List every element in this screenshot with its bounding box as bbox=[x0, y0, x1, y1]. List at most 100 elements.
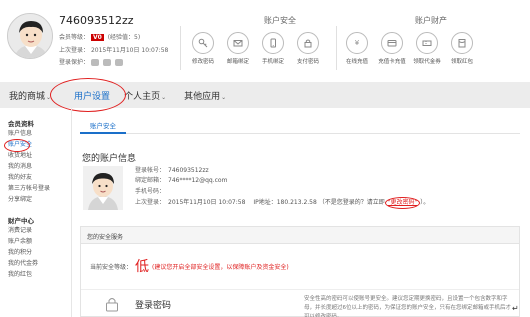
bind-email-button[interactable]: 邮箱绑定 bbox=[221, 32, 255, 65]
sidebar-group-member: 会员资料 bbox=[8, 120, 34, 128]
avatar-image bbox=[83, 166, 123, 210]
wechat-icon[interactable] bbox=[102, 59, 111, 66]
login-protect-label: 登录保护： bbox=[59, 59, 90, 66]
ip-value: 180.213.2.58 bbox=[276, 198, 317, 206]
voucher-label: 领取代金券 bbox=[413, 59, 441, 65]
red-packet-button[interactable]: 领取红包 bbox=[445, 32, 479, 65]
bind-email-label: 邮箱绑定 bbox=[226, 59, 249, 65]
change-password-link[interactable]: "更改密码" bbox=[388, 199, 418, 206]
sidebar-item-share-binding[interactable]: 分享绑定 bbox=[8, 194, 71, 205]
account-info-title: 您的账户信息 bbox=[82, 154, 137, 164]
avatar bbox=[83, 166, 123, 210]
sidebar: 会员资料 账户信息 账户安全 收货地址 我的消息 我的好友 第三方帐号登录 分享… bbox=[0, 108, 72, 317]
member-level-label: 会员等级： bbox=[59, 34, 90, 41]
account-info-lines: 登录帐号： 746093512zz 绑定邮箱： 746****12@qq.com 手… bbox=[135, 166, 430, 210]
sidebar-group-assets: 财产中心 bbox=[8, 217, 34, 225]
last-login-label: 上次登录： bbox=[135, 198, 166, 206]
red-packet-icon bbox=[451, 32, 473, 54]
account-line: 登录帐号： 746093512zz bbox=[135, 166, 429, 176]
card-recharge-button[interactable]: 充值卡充值 bbox=[375, 32, 409, 65]
last-login-time: 2015年11月10日 10:07:58 bbox=[90, 47, 169, 54]
sidebar-item-messages[interactable]: 我的消息 bbox=[8, 161, 71, 172]
security-level-note: (建议您开启全部安全设置，以保障账户及资金安全) bbox=[152, 264, 289, 271]
highlight-annotation bbox=[50, 78, 126, 112]
last-login-value: 2015年11月10日 10:07:58 bbox=[168, 198, 246, 206]
warning-tail: ）。 bbox=[420, 198, 430, 206]
pay-password-label: 支付密码 bbox=[296, 59, 319, 65]
account-assets-icons: ¥ 在线充值 充值卡充值 领取代金券 领取红包 bbox=[340, 32, 480, 65]
highlight-annotation bbox=[4, 139, 30, 152]
key-icon bbox=[192, 32, 214, 54]
security-level-label: 当前安全等级： bbox=[90, 264, 133, 271]
exp-value: (经验值：5) bbox=[107, 34, 141, 41]
sidebar-item-friends[interactable]: 我的好友 bbox=[8, 172, 71, 183]
tab-account-security[interactable]: 账户安全 bbox=[80, 116, 126, 134]
vip-badge: V0 bbox=[90, 34, 104, 41]
account-assets-title: 账户财产 bbox=[415, 16, 447, 25]
online-recharge-label: 在线充值 bbox=[345, 59, 368, 65]
login-password-desc: 安全性高的密码可以使账号更安全。建议您定期更换密码，且设置一个包含数字和字母，并… bbox=[304, 296, 512, 317]
avatar-image bbox=[8, 14, 52, 58]
main-content: 账户安全 您的账户信息 登录帐号： 746093512zz 绑定邮箱： 746***… bbox=[80, 108, 520, 317]
sidebar-item-balance[interactable]: 账户余额 bbox=[8, 236, 71, 247]
sidebar-item-consumption[interactable]: 消费记录 bbox=[8, 225, 71, 236]
nav-personal-home-label: 个人主页 bbox=[124, 91, 161, 102]
account-security-title: 账户安全 bbox=[264, 16, 296, 25]
account-label: 登录帐号： bbox=[135, 167, 166, 174]
username: 746093512zz bbox=[59, 14, 134, 27]
card-icon bbox=[381, 32, 403, 54]
red-packet-label: 领取红包 bbox=[450, 59, 473, 65]
email-line: 绑定邮箱： 746****12@qq.com bbox=[135, 176, 429, 186]
avatar[interactable] bbox=[7, 13, 53, 59]
last-login-line: 上次登录： 2015年11月10日 10:07:58 IP地址：180.213.2… bbox=[135, 196, 430, 210]
pay-lock-icon bbox=[297, 32, 319, 54]
tab-bar: 账户安全 bbox=[80, 116, 520, 134]
profile-header: 746093512zz 会员等级： V0 (经验值：5) 上次登录： 2015年… bbox=[0, 0, 530, 82]
nav-other-apps-label: 其他应用 bbox=[184, 91, 221, 102]
return-mark: ↵ bbox=[512, 304, 519, 313]
divider bbox=[180, 26, 181, 70]
sidebar-item-vouchers[interactable]: 我的代金券 bbox=[8, 258, 71, 269]
yen-icon: ¥ bbox=[346, 32, 368, 54]
login-password-row: 登录密码 安全性高的密码可以使账号更安全。建议您定期更换密码，且设置一个包含数字… bbox=[81, 289, 519, 317]
weibo-icon[interactable] bbox=[114, 59, 123, 66]
sidebar-item-red-packets[interactable]: 我的红包 bbox=[8, 269, 71, 280]
warning-text: （不是您登录的？请立即 bbox=[318, 198, 385, 206]
last-login-label: 上次登录： bbox=[59, 47, 90, 54]
sidebar-item-points[interactable]: 我的积分 bbox=[8, 247, 71, 258]
ip-label: IP地址： bbox=[253, 198, 277, 206]
nav-other-apps[interactable]: 其他应用⌄ bbox=[175, 89, 235, 102]
pay-password-button[interactable]: 支付密码 bbox=[291, 32, 325, 65]
card-recharge-label: 充值卡充值 bbox=[378, 59, 406, 65]
chevron-down-icon: ⌄ bbox=[221, 93, 227, 101]
security-level-value: 低 bbox=[135, 259, 150, 275]
account-value: 746093512zz bbox=[168, 167, 209, 174]
email-label: 绑定邮箱： bbox=[135, 177, 166, 185]
highlight-annotation: "更改密码" bbox=[384, 196, 421, 210]
sidebar-item-account-info[interactable]: 账户信息 bbox=[8, 128, 71, 139]
nav-my-mall-label: 我的商城 bbox=[9, 91, 46, 102]
online-recharge-button[interactable]: ¥ 在线充值 bbox=[340, 32, 374, 65]
bind-phone-label: 手机绑定 bbox=[261, 59, 284, 65]
security-service-panel: 您的安全服务 当前安全等级：低 (建议您开启全部安全设置，以保障账户及资金安全) … bbox=[80, 226, 520, 317]
phone-label: 手机号码： bbox=[135, 187, 166, 195]
phone-icon bbox=[262, 32, 284, 54]
qq-icon[interactable] bbox=[90, 59, 99, 66]
change-password-button[interactable]: 修改密码 bbox=[186, 32, 220, 65]
login-password-label: 登录密码 bbox=[135, 301, 172, 311]
member-level-row: 会员等级： V0 (经验值：5) bbox=[59, 32, 140, 41]
last-login-row: 上次登录： 2015年11月10日 10:07:58 bbox=[59, 45, 168, 54]
voucher-button[interactable]: 领取代金券 bbox=[410, 32, 444, 65]
lock-icon bbox=[106, 298, 118, 312]
email-icon bbox=[227, 32, 249, 54]
voucher-icon bbox=[416, 32, 438, 54]
security-level-row: 当前安全等级：低 (建议您开启全部安全设置，以保障账户及资金安全) bbox=[90, 256, 289, 276]
login-protect-row: 登录保护： bbox=[59, 57, 125, 66]
email-value: 746****12@qq.com bbox=[168, 177, 228, 185]
phone-line: 手机号码： bbox=[135, 187, 429, 197]
bind-phone-button[interactable]: 手机绑定 bbox=[256, 32, 290, 65]
change-password-label: 修改密码 bbox=[191, 59, 214, 65]
sidebar-item-third-party-login[interactable]: 第三方帐号登录 bbox=[8, 183, 71, 194]
chevron-down-icon: ⌄ bbox=[161, 93, 167, 101]
panel-title: 您的安全服务 bbox=[81, 227, 519, 244]
